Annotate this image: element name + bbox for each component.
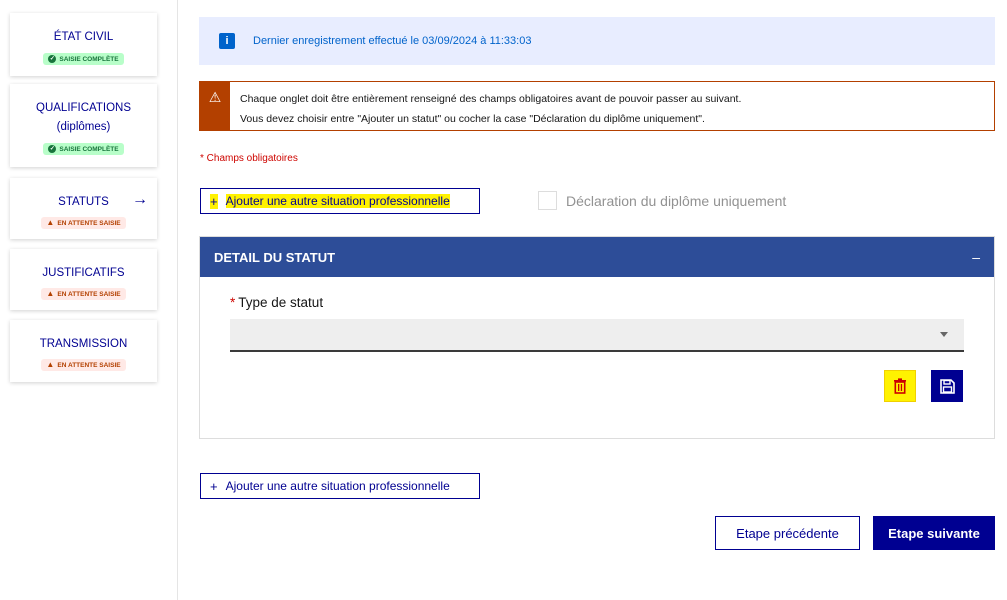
warning-line-2: Vous devez choisir entre "Ajouter un sta… xyxy=(240,113,705,125)
add-situation-label: Ajouter une autre situation professionne… xyxy=(225,194,450,208)
status-badge: ▲ EN ATTENTE SAISIE xyxy=(41,217,126,229)
required-fields-note: * Champs obligatoires xyxy=(200,153,298,164)
warning-icon: ▲ xyxy=(46,360,55,369)
panel-title: DETAIL DU STATUT xyxy=(214,249,336,265)
step-title: QUALIFICATIONS xyxy=(36,102,131,114)
save-button[interactable] xyxy=(931,370,963,402)
steps-sidebar: ÉTAT CIVIL ✓ SAISIE COMPLÈTE QUALIFICATIO… xyxy=(0,0,178,600)
step-etat-civil[interactable]: ÉTAT CIVIL ✓ SAISIE COMPLÈTE xyxy=(10,13,157,76)
warning-icon: ▲ xyxy=(46,218,55,227)
status-badge: ▲ EN ATTENTE SAISIE xyxy=(41,288,126,300)
arrow-right-icon: → xyxy=(132,191,148,208)
warning-line-1: Chaque onglet doit être entièrement rens… xyxy=(240,93,742,105)
check-icon: ✓ xyxy=(48,55,57,63)
diploma-only-checkbox-wrap[interactable]: Déclaration du diplôme uniquement xyxy=(538,191,786,210)
status-badge: ✓ SAISIE COMPLÈTE xyxy=(43,143,124,155)
warning-icon: ▲ xyxy=(46,289,55,298)
diploma-only-label: Déclaration du diplôme uniquement xyxy=(566,192,787,209)
step-title: TRANSMISSION xyxy=(39,338,128,350)
statut-detail-panel: DETAIL DU STATUT – * Type de statut xyxy=(199,236,995,439)
add-situation-button[interactable]: + Ajouter une autre situation profession… xyxy=(200,188,480,214)
warning-icon: ⚠ xyxy=(208,89,222,105)
check-icon: ✓ xyxy=(48,145,57,153)
collapse-icon[interactable]: – xyxy=(972,249,980,265)
type-statut-label: * Type de statut xyxy=(230,295,324,310)
info-icon: i xyxy=(219,33,235,49)
step-subtitle: (diplômes) xyxy=(56,121,111,133)
plus-icon: + xyxy=(210,193,218,209)
step-qualifications[interactable]: QUALIFICATIONS (diplômes) ✓ SAISIE COMPLÈ… xyxy=(10,84,157,167)
warning-alert: ⚠ Chaque onglet doit être entièrement re… xyxy=(199,81,995,131)
type-statut-select[interactable] xyxy=(230,319,964,352)
step-title: JUSTIFICATIFS xyxy=(42,267,125,279)
step-statuts[interactable]: STATUTS ▲ EN ATTENTE SAISIE → xyxy=(10,178,157,239)
step-transmission[interactable]: TRANSMISSION ▲ EN ATTENTE SAISIE xyxy=(10,320,157,382)
step-justificatifs[interactable]: JUSTIFICATIFS ▲ EN ATTENTE SAISIE xyxy=(10,249,157,310)
step-title: ÉTAT CIVIL xyxy=(53,31,114,43)
previous-step-button[interactable]: Etape précédente xyxy=(715,516,860,550)
delete-button[interactable] xyxy=(884,370,916,402)
status-badge: ✓ SAISIE COMPLÈTE xyxy=(43,53,124,65)
status-badge: ▲ EN ATTENTE SAISIE xyxy=(41,359,126,371)
diploma-only-checkbox[interactable] xyxy=(538,191,557,210)
last-save-text: Dernier enregistrement effectué le 03/09… xyxy=(253,35,532,47)
caret-down-icon xyxy=(940,332,948,337)
floppy-disk-icon xyxy=(939,378,955,394)
add-situation-button-bottom[interactable]: + Ajouter une autre situation profession… xyxy=(200,473,480,499)
panel-header[interactable]: DETAIL DU STATUT – xyxy=(200,237,994,277)
trash-icon xyxy=(894,378,906,394)
plus-icon: + xyxy=(210,478,218,494)
add-situation-label: Ajouter une autre situation professionne… xyxy=(225,479,450,493)
next-step-button[interactable]: Etape suivante xyxy=(873,516,995,550)
last-save-info: i Dernier enregistrement effectué le 03/… xyxy=(199,17,995,65)
